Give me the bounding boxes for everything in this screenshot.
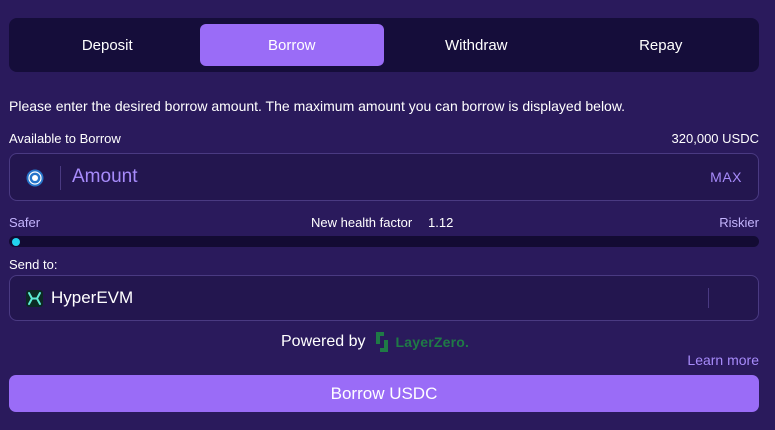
available-value: 320,000 USDC — [671, 131, 759, 146]
amount-field: MAX — [9, 153, 759, 201]
health-factor-label: New health factor — [311, 215, 413, 230]
layerzero-logo-icon — [375, 332, 388, 352]
health-factor-value: 1.12 — [428, 215, 454, 230]
amount-input[interactable] — [72, 162, 632, 192]
safer-label: Safer — [9, 215, 41, 230]
send-to-selector[interactable]: HyperEVM — [9, 275, 759, 321]
available-label: Available to Borrow — [9, 131, 121, 146]
powered-by: Powered by LayerZero. — [281, 330, 469, 354]
action-tabs: Deposit Borrow Withdraw Repay — [9, 18, 759, 72]
send-to-label: Send to: — [9, 257, 58, 272]
hyperevm-icon — [26, 290, 43, 307]
health-factor-bar — [9, 236, 759, 247]
usdc-coin-icon — [26, 169, 44, 187]
tab-withdraw[interactable]: Withdraw — [384, 24, 569, 66]
borrow-usdc-button[interactable]: Borrow USDC — [9, 375, 759, 412]
chain-name: HyperEVM — [51, 288, 134, 307]
layerzero-brand: LayerZero. — [395, 334, 470, 350]
powered-by-label: Powered by — [281, 333, 366, 350]
health-factor-indicator — [12, 238, 20, 246]
tab-deposit[interactable]: Deposit — [15, 24, 200, 66]
tab-borrow[interactable]: Borrow — [199, 24, 384, 66]
riskier-label: Riskier — [719, 215, 759, 230]
learn-more-link[interactable]: Learn more — [687, 352, 759, 368]
tab-repay[interactable]: Repay — [569, 24, 754, 66]
max-button[interactable]: MAX — [710, 169, 742, 185]
send-to-divider — [708, 288, 709, 308]
intro-text: Please enter the desired borrow amount. … — [9, 98, 626, 114]
amount-divider — [60, 166, 61, 190]
